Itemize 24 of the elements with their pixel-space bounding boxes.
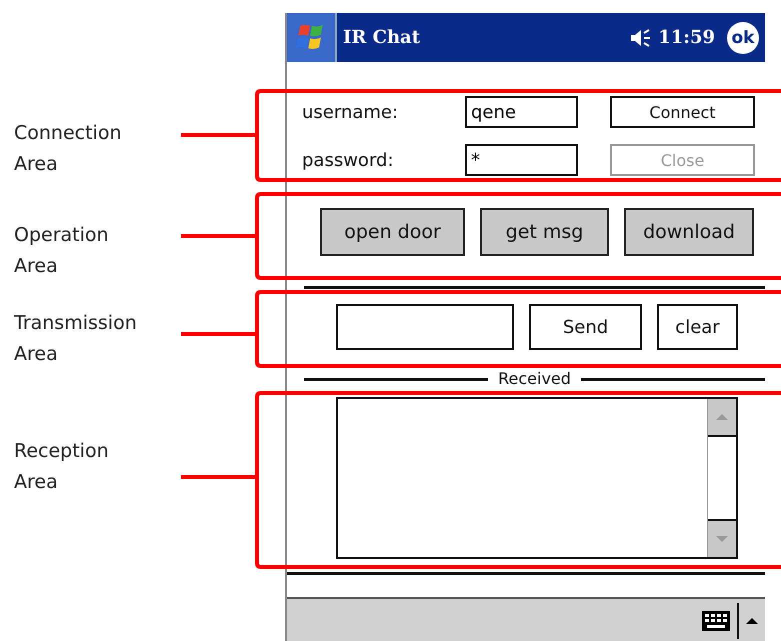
operation-button[interactable]: download	[624, 208, 754, 256]
annotation-label: Reception Area	[14, 439, 109, 495]
clock-time: 11:59	[658, 27, 715, 48]
operation-button[interactable]: get msg	[480, 208, 609, 256]
transmission-button[interactable]: Send	[529, 304, 642, 350]
annotation-label: Operation Area	[14, 223, 109, 279]
transmission-button[interactable]: clear	[657, 304, 738, 350]
speaker-icon	[630, 28, 652, 48]
message-field[interactable]	[336, 304, 514, 350]
window-title: IR Chat	[343, 27, 422, 48]
operation-button[interactable]: open door	[320, 208, 465, 256]
ok-button[interactable]: ok	[727, 22, 759, 54]
field-label: password:	[302, 150, 395, 170]
caret-icon[interactable]	[745, 616, 759, 624]
text-field[interactable]: qene	[465, 96, 578, 128]
text-field[interactable]: *	[465, 144, 578, 176]
annotation-label: Connection Area	[14, 121, 122, 177]
annotation-label: Transmission Area	[14, 311, 137, 367]
start-button[interactable]	[287, 13, 337, 62]
received-text-area[interactable]	[336, 397, 738, 559]
keyboard-icon[interactable]	[701, 610, 731, 632]
field-label: username:	[302, 102, 400, 122]
group-label: Received	[497, 370, 572, 388]
connection-button[interactable]: Connect	[610, 96, 755, 128]
